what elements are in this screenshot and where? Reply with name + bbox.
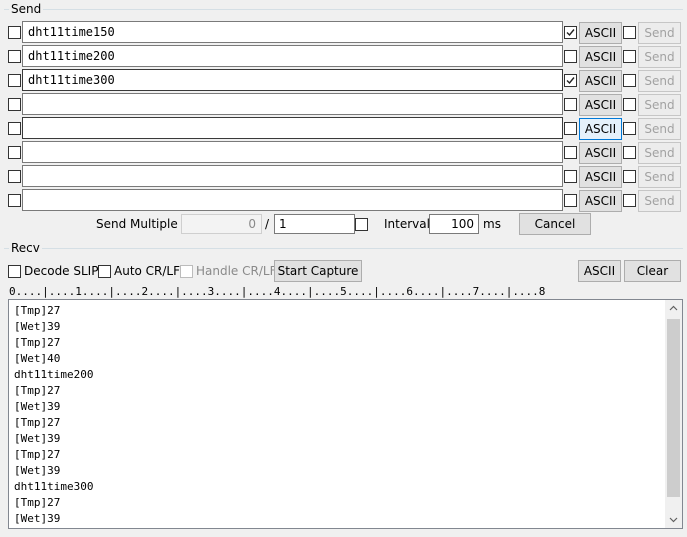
interval-label: Interval	[384, 217, 430, 231]
progress-value: 0	[248, 217, 256, 231]
handle-crlf-label: Handle CR/LF	[196, 264, 277, 278]
clear-button[interactable]: Clear	[624, 260, 681, 282]
start-capture-button[interactable]: Start Capture	[274, 260, 362, 282]
send-multiple-checkbox[interactable]	[355, 218, 368, 231]
send-multiple-progress: 0	[181, 214, 262, 234]
send-row-text: dht11time150	[28, 25, 115, 39]
send-row-enable-checkbox[interactable]	[8, 50, 21, 63]
recv-line: [Wet]39	[14, 512, 61, 525]
recv-line: [Tmp]27	[14, 304, 61, 317]
recv-lines: [Tmp]27 [Wet]39 [Tmp]27 [Wet]40 dht11time200…	[14, 303, 93, 527]
send-row-mode-button[interactable]: ASCII	[579, 46, 622, 68]
send-row-mode-button[interactable]: ASCII	[579, 22, 622, 44]
send-row-hex-checkbox[interactable]	[564, 26, 577, 39]
recv-line: [Wet]39	[14, 432, 61, 445]
send-row-auto-checkbox[interactable]	[623, 194, 636, 207]
recv-scrollbar[interactable]	[665, 300, 682, 528]
send-row-enable-checkbox[interactable]	[8, 122, 21, 135]
recv-line: [Wet]39	[14, 400, 61, 413]
send-row-auto-checkbox[interactable]	[623, 50, 636, 63]
chevron-down-icon[interactable]	[665, 511, 682, 528]
send-row-text: dht11time300	[28, 73, 115, 87]
recv-line: [Wet]39	[14, 464, 61, 477]
scrollbar-thumb[interactable]	[667, 319, 680, 497]
send-group-title: Send	[9, 2, 44, 16]
recv-group-border	[4, 248, 683, 249]
send-row-enable-checkbox[interactable]	[8, 26, 21, 39]
send-row-hex-checkbox[interactable]	[564, 170, 577, 183]
handle-crlf-checkbox	[180, 265, 193, 278]
send-row-mode-button[interactable]: ASCII	[579, 118, 622, 140]
send-row-auto-checkbox[interactable]	[623, 74, 636, 87]
send-multiple-label: Send Multiple :	[96, 217, 186, 231]
decode-slip-checkbox[interactable]	[8, 265, 21, 278]
send-row-send-button: Send	[638, 142, 681, 164]
recv-ascii-button[interactable]: ASCII	[578, 260, 621, 282]
decode-slip-label: Decode SLIP	[24, 264, 99, 278]
send-row-input[interactable]: dht11time150	[22, 21, 563, 43]
send-row-mode-button[interactable]: ASCII	[579, 142, 622, 164]
send-row-enable-checkbox[interactable]	[8, 170, 21, 183]
send-row-input[interactable]	[22, 165, 563, 187]
send-row-auto-checkbox[interactable]	[623, 170, 636, 183]
send-row-input[interactable]: dht11time200	[22, 45, 563, 67]
send-row-auto-checkbox[interactable]	[623, 26, 636, 39]
send-row-send-button: Send	[638, 190, 681, 212]
send-row-mode-button[interactable]: ASCII	[579, 94, 622, 116]
send-row-input[interactable]	[22, 189, 563, 211]
send-row-send-button: Send	[638, 22, 681, 44]
recv-line: [Tmp]27	[14, 496, 61, 509]
send-row-send-button: Send	[638, 46, 681, 68]
checkmark-icon	[566, 29, 575, 37]
send-row-enable-checkbox[interactable]	[8, 146, 21, 159]
send-row-enable-checkbox[interactable]	[8, 194, 21, 207]
recv-line: dht11time200	[14, 368, 94, 381]
send-row-input[interactable]: dht11time300	[22, 69, 563, 91]
column-ruler: 0....|....1....|....2....|....3....|....…	[9, 285, 546, 298]
send-multiple-separator: /	[265, 217, 270, 231]
send-row-enable-checkbox[interactable]	[8, 74, 21, 87]
send-row-hex-checkbox[interactable]	[564, 122, 577, 135]
send-row-hex-checkbox[interactable]	[564, 98, 577, 111]
send-row-hex-checkbox[interactable]	[564, 194, 577, 207]
interval-input[interactable]: 100	[429, 214, 479, 234]
send-row-mode-button[interactable]: ASCII	[579, 70, 622, 92]
send-group-border	[4, 9, 683, 10]
recv-line: [Tmp]27	[14, 448, 61, 461]
send-row-mode-button[interactable]: ASCII	[579, 166, 622, 188]
send-row-text: dht11time200	[28, 49, 115, 63]
send-row-input[interactable]	[22, 141, 563, 163]
send-row-auto-checkbox[interactable]	[623, 98, 636, 111]
send-row-send-button: Send	[638, 166, 681, 188]
interval-unit-label: ms	[483, 217, 501, 231]
chevron-up-icon[interactable]	[665, 300, 682, 317]
recv-line: [Wet]39	[14, 320, 61, 333]
send-row-input[interactable]	[22, 93, 563, 115]
send-row-hex-checkbox[interactable]	[564, 74, 577, 87]
send-row-hex-checkbox[interactable]	[564, 146, 577, 159]
send-multiple-count-input[interactable]: 1	[274, 214, 355, 234]
checkmark-icon	[566, 77, 575, 85]
send-row-mode-button[interactable]: ASCII	[579, 190, 622, 212]
count-value: 1	[279, 217, 287, 231]
recv-line: [Tmp]27	[14, 384, 61, 397]
auto-crlf-label: Auto CR/LF	[114, 264, 181, 278]
send-row-hex-checkbox[interactable]	[564, 50, 577, 63]
recv-line: dht11time300	[14, 480, 94, 493]
recv-group-title: Recv	[9, 241, 42, 255]
send-row-auto-checkbox[interactable]	[623, 122, 636, 135]
cancel-button[interactable]: Cancel	[519, 213, 591, 235]
send-row-input[interactable]	[22, 117, 563, 139]
interval-value: 100	[451, 217, 474, 231]
recv-text-area[interactable]: [Tmp]27 [Wet]39 [Tmp]27 [Wet]40 dht11time200…	[8, 299, 683, 529]
send-row-send-button: Send	[638, 118, 681, 140]
send-row-enable-checkbox[interactable]	[8, 98, 21, 111]
send-row-auto-checkbox[interactable]	[623, 146, 636, 159]
recv-line: [Wet]40	[14, 352, 61, 365]
send-row-send-button: Send	[638, 70, 681, 92]
recv-line: [Tmp]27	[14, 336, 61, 349]
send-row-send-button: Send	[638, 94, 681, 116]
auto-crlf-checkbox[interactable]	[98, 265, 111, 278]
recv-line: [Tmp]27	[14, 416, 61, 429]
